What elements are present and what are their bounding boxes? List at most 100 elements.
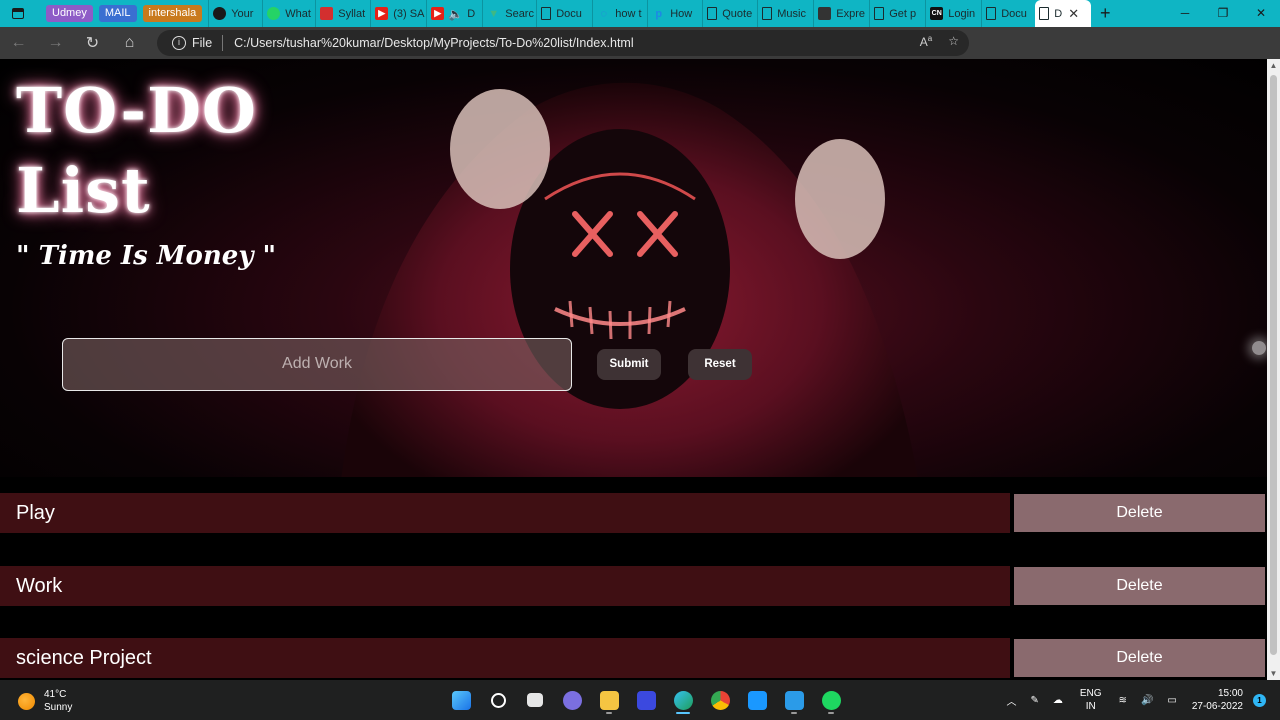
url-text[interactable]: C:/Users/tushar%20kumar/Desktop/MyProjec…: [234, 36, 633, 50]
tab[interactable]: Docu: [536, 0, 592, 27]
read-aloud-icon[interactable]: Aa: [920, 34, 932, 49]
edge-button[interactable]: [669, 685, 697, 715]
back-button[interactable]: ←: [0, 27, 37, 59]
todo-item: Play Delete: [0, 493, 1267, 533]
sun-icon: [18, 692, 35, 710]
delete-button[interactable]: Delete: [1014, 567, 1265, 605]
tab-label: D: [1054, 7, 1063, 20]
vscode-icon: [784, 690, 804, 710]
folder-icon: [599, 690, 619, 710]
film-icon: [818, 7, 832, 20]
vue-icon: ▼: [488, 7, 500, 20]
windows-taskbar: 41°C Sunny ︿ ✎ ☁ ENG IN ≋ 🔊 ▭ 15:00 27-0…: [0, 680, 1280, 720]
tab[interactable]: ◌ how t: [592, 0, 647, 27]
title-line-1: TO-DO: [16, 74, 257, 147]
refresh-button[interactable]: ↻: [74, 27, 111, 59]
tab[interactable]: ▶ (3) SA: [370, 0, 426, 27]
url-scheme: File: [192, 36, 213, 50]
volume-icon[interactable]: 🔊: [1141, 695, 1153, 706]
tab[interactable]: Docu: [981, 0, 1035, 27]
start-button[interactable]: [447, 685, 475, 715]
close-window-icon[interactable]: ✕: [1242, 0, 1280, 27]
info-icon[interactable]: i: [172, 36, 186, 50]
tab-label: (3) SA: [393, 7, 425, 20]
vscode-button[interactable]: [780, 685, 808, 715]
tab-label: how t: [615, 7, 642, 20]
close-tab-icon[interactable]: ✕: [1068, 6, 1079, 22]
new-tab-button[interactable]: +: [1091, 3, 1119, 24]
tab-label: Docu: [556, 7, 582, 20]
favorite-mail[interactable]: MAIL: [98, 5, 137, 22]
tab[interactable]: Syllat: [315, 0, 370, 27]
chat-button[interactable]: [558, 685, 586, 715]
spotify-button[interactable]: [817, 685, 845, 715]
clock[interactable]: 15:00 27-06-2022: [1192, 687, 1243, 713]
battery-icon[interactable]: ▭: [1167, 695, 1176, 706]
url-divider: [222, 35, 224, 51]
todo-item: science Project Delete: [0, 638, 1267, 678]
tab[interactable]: ▼ Searc: [482, 0, 536, 27]
light-glow: [1252, 341, 1266, 355]
page-quote: " Time Is Money ": [16, 241, 277, 271]
page-scrollbar[interactable]: ▲ ▼: [1267, 59, 1280, 680]
weather-widget[interactable]: 41°C Sunny: [18, 688, 72, 714]
task-view-button[interactable]: [521, 685, 549, 715]
forward-button[interactable]: →: [37, 27, 74, 59]
delete-button[interactable]: Delete: [1014, 494, 1265, 532]
prime-video-icon: [747, 690, 767, 710]
tab[interactable]: p How: [647, 0, 702, 27]
cloud-icon[interactable]: ☁: [1053, 695, 1063, 706]
page-icon: [1039, 7, 1050, 20]
tab-label: What: [285, 7, 311, 20]
wifi-icon[interactable]: ≋: [1119, 695, 1127, 706]
youtube-icon: ▶: [431, 7, 445, 20]
language-indicator[interactable]: ENG IN: [1080, 687, 1102, 713]
running-indicator: [828, 712, 834, 714]
chevron-up-icon[interactable]: ︿: [1006, 693, 1016, 708]
tab-label: Searc: [505, 7, 534, 20]
scroll-up-icon[interactable]: ▲: [1269, 61, 1278, 70]
tab-active[interactable]: D ✕: [1035, 0, 1092, 27]
page-icon: [762, 7, 773, 20]
pen-menu-icon[interactable]: ✎: [1030, 695, 1038, 706]
scroll-down-icon[interactable]: ▼: [1269, 669, 1278, 678]
search-icon: ◌: [600, 7, 607, 20]
youtube-icon: ▶: [375, 7, 389, 20]
tab[interactable]: Expre: [813, 0, 869, 27]
maximize-icon[interactable]: ❐: [1204, 0, 1242, 27]
favorite-udmey[interactable]: Udmey: [46, 5, 93, 22]
tab[interactable]: CN Login: [925, 0, 981, 27]
tab[interactable]: Your: [208, 0, 262, 27]
chrome-button[interactable]: [706, 685, 734, 715]
home-button[interactable]: ⌂: [111, 27, 148, 59]
address-bar[interactable]: i File C:/Users/tushar%20kumar/Desktop/M…: [157, 30, 969, 56]
delete-button[interactable]: Delete: [1014, 639, 1265, 677]
submit-button[interactable]: Submit: [597, 349, 661, 380]
reset-button[interactable]: Reset: [688, 349, 752, 380]
address-toolbar: ← → ↻ ⌂ i File C:/Users/tushar%20kumar/D…: [0, 27, 1280, 79]
tab-label: Your: [231, 7, 254, 20]
tab[interactable]: Get p: [869, 0, 925, 27]
todo-item-text: Work: [0, 566, 1010, 606]
tab[interactable]: ▶ 🔈 D: [426, 0, 482, 27]
file-explorer-button[interactable]: [595, 685, 623, 715]
search-icon: [490, 692, 506, 708]
prime-video-button[interactable]: [743, 685, 771, 715]
notification-badge-icon[interactable]: 1: [1253, 693, 1266, 707]
windows-icon: [451, 690, 471, 710]
spotify-icon: [821, 690, 841, 710]
speaker-icon[interactable]: 🔈: [448, 7, 463, 21]
tab-actions-button[interactable]: [0, 0, 36, 27]
search-button[interactable]: [484, 685, 512, 715]
add-work-input[interactable]: Add Work: [62, 338, 572, 391]
tab[interactable]: What: [262, 0, 315, 27]
scrollbar-thumb[interactable]: [1270, 75, 1277, 655]
dev-app-button[interactable]: [632, 685, 660, 715]
favorite-intershala[interactable]: intershala: [142, 5, 203, 22]
minimize-icon[interactable]: ─: [1166, 0, 1204, 27]
edge-icon: [673, 690, 693, 710]
running-indicator: [606, 712, 612, 714]
add-favorite-icon[interactable]: ☆: [948, 34, 959, 49]
tab[interactable]: Music: [757, 0, 813, 27]
tab[interactable]: Quote: [702, 0, 757, 27]
